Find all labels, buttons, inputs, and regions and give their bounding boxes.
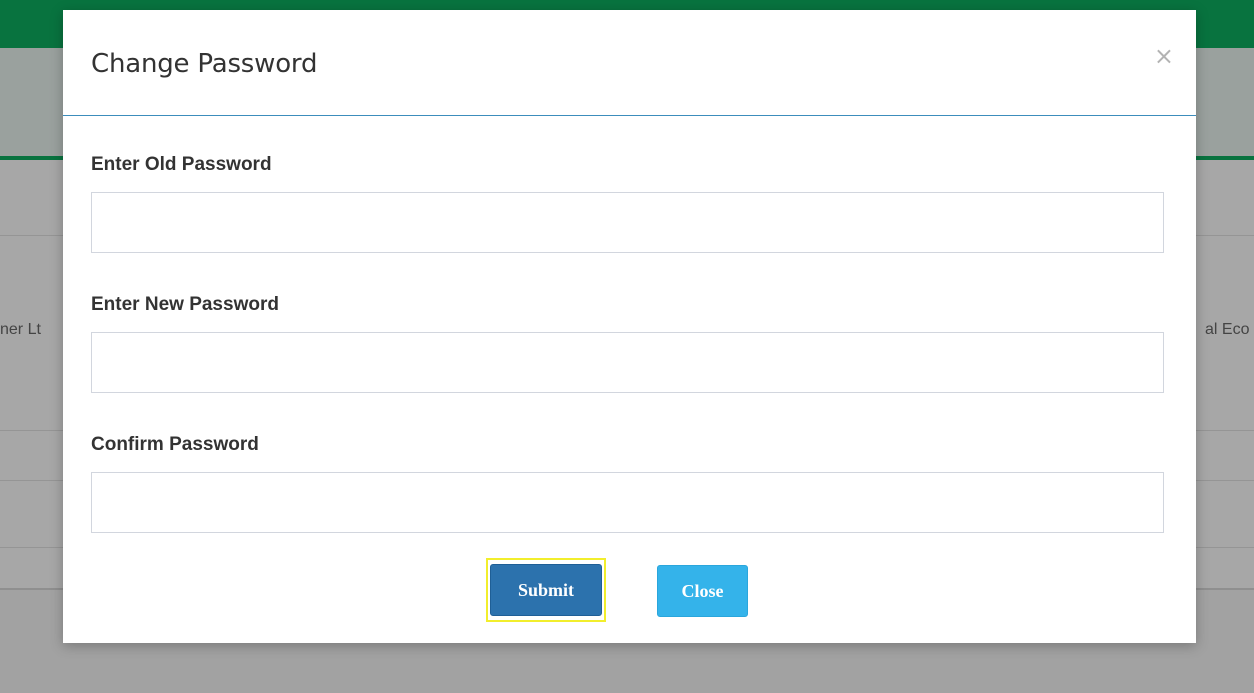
confirm-password-input[interactable] (91, 472, 1164, 533)
submit-button[interactable]: Submit (490, 564, 602, 616)
confirm-password-label: Confirm Password (91, 434, 259, 455)
close-icon[interactable]: × (1154, 44, 1174, 68)
new-password-input[interactable] (91, 332, 1164, 393)
background-table-text-right: al Eco (1205, 321, 1250, 338)
background-table-text-left: ner Lt (0, 321, 41, 338)
close-button[interactable]: Close (657, 565, 748, 617)
old-password-label: Enter Old Password (91, 154, 272, 175)
modal-title: Change Password (91, 49, 318, 79)
modal-header: Change Password × (63, 10, 1196, 116)
new-password-label: Enter New Password (91, 294, 279, 315)
submit-focus-highlight: Submit (486, 558, 606, 622)
change-password-modal: Change Password × Enter Old Password Ent… (63, 10, 1196, 643)
old-password-input[interactable] (91, 192, 1164, 253)
